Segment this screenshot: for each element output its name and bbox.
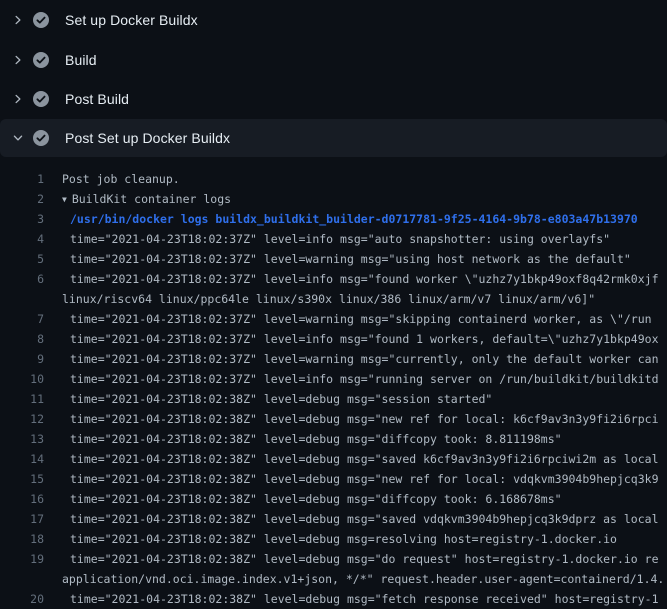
log-line: 7 time="2021-04-23T18:02:37Z" level=warni… (0, 309, 667, 329)
log-line: 9 time="2021-04-23T18:02:37Z" level=warni… (0, 349, 667, 369)
log-line: application/vnd.oci.image.index.v1+json,… (0, 569, 667, 589)
log-line-text: linux/riscv64 linux/ppc64le linux/s390x … (62, 289, 667, 309)
line-number[interactable]: 10 (0, 369, 44, 389)
line-number[interactable]: 20 (0, 589, 44, 609)
log-line: 8 time="2021-04-23T18:02:37Z" level=info … (0, 329, 667, 349)
chevron-right-icon[interactable] (10, 91, 26, 107)
check-circle-icon (33, 12, 49, 28)
chevron-down-icon[interactable]: ▼ (62, 190, 67, 209)
log-line-text: /usr/bin/docker logs buildx_buildkit_bui… (62, 209, 667, 229)
log-output: 1 Post job cleanup. 2 ▼ BuildKit container l… (0, 157, 667, 609)
line-number[interactable]: 18 (0, 529, 44, 549)
step-header-build[interactable]: Build (0, 40, 667, 80)
log-line-text: time="2021-04-23T18:02:37Z" level=info m… (62, 269, 667, 289)
line-number[interactable]: 11 (0, 389, 44, 409)
log-line: 12 time="2021-04-23T18:02:38Z" level=debu… (0, 409, 667, 429)
line-number[interactable]: 4 (0, 229, 44, 249)
log-line-text: ▼ BuildKit container logs (62, 189, 667, 209)
log-line: 5 time="2021-04-23T18:02:37Z" level=warni… (0, 249, 667, 269)
line-number[interactable]: 16 (0, 489, 44, 509)
log-line: 2 ▼ BuildKit container logs (0, 189, 667, 209)
step-header-set-up-docker-buildx[interactable]: Set up Docker Buildx (0, 0, 667, 40)
log-line-text: time="2021-04-23T18:02:37Z" level=info m… (62, 369, 667, 389)
line-number[interactable]: 15 (0, 469, 44, 489)
log-line-text: time="2021-04-23T18:02:37Z" level=info m… (62, 329, 667, 349)
step-header-post-build[interactable]: Post Build (0, 79, 667, 119)
log-line: 1 Post job cleanup. (0, 169, 667, 189)
line-number (0, 289, 44, 309)
step-label: Post Set up Docker Buildx (65, 130, 230, 146)
line-number[interactable]: 8 (0, 329, 44, 349)
log-group-title[interactable]: BuildKit container logs (72, 192, 231, 206)
check-circle-icon (33, 130, 49, 146)
log-line-text: time="2021-04-23T18:02:38Z" level=debug … (62, 549, 667, 569)
line-number[interactable]: 13 (0, 429, 44, 449)
log-line: linux/riscv64 linux/ppc64le linux/s390x … (0, 289, 667, 309)
log-line: 20 time="2021-04-23T18:02:38Z" level=debu… (0, 589, 667, 609)
log-line-text: time="2021-04-23T18:02:37Z" level=warnin… (62, 249, 667, 269)
log-line: 17 time="2021-04-23T18:02:38Z" level=debu… (0, 509, 667, 529)
line-number[interactable]: 7 (0, 309, 44, 329)
log-line-text: time="2021-04-23T18:02:38Z" level=debug … (62, 509, 667, 529)
line-number[interactable]: 3 (0, 209, 44, 229)
line-number[interactable]: 2 (0, 189, 44, 209)
log-line: 10 time="2021-04-23T18:02:37Z" level=info… (0, 369, 667, 389)
log-line: 6 time="2021-04-23T18:02:37Z" level=info … (0, 269, 667, 289)
log-line-text: time="2021-04-23T18:02:38Z" level=debug … (62, 409, 667, 429)
log-line-text: time="2021-04-23T18:02:37Z" level=warnin… (62, 349, 667, 369)
log-line: 15 time="2021-04-23T18:02:38Z" level=debu… (0, 469, 667, 489)
log-line: 3/usr/bin/docker logs buildx_buildkit_bu… (0, 209, 667, 229)
log-line-text: time="2021-04-23T18:02:38Z" level=debug … (62, 589, 667, 609)
job-log-viewer: Set up Docker Buildx Build Post Build Po… (0, 0, 667, 609)
log-line: 16 time="2021-04-23T18:02:38Z" level=debu… (0, 489, 667, 509)
line-number[interactable]: 14 (0, 449, 44, 469)
log-line: 11 time="2021-04-23T18:02:38Z" level=debu… (0, 389, 667, 409)
chevron-right-icon[interactable] (10, 12, 26, 28)
log-line-text: time="2021-04-23T18:02:38Z" level=debug … (62, 489, 667, 509)
line-number[interactable]: 12 (0, 409, 44, 429)
steps-list: Set up Docker Buildx Build Post Build Po… (0, 0, 667, 157)
log-line: 18 time="2021-04-23T18:02:38Z" level=debu… (0, 529, 667, 549)
log-line-text: time="2021-04-23T18:02:38Z" level=debug … (62, 389, 667, 409)
log-line: 14 time="2021-04-23T18:02:38Z" level=debu… (0, 449, 667, 469)
check-circle-icon (33, 91, 49, 107)
log-line-text: time="2021-04-23T18:02:38Z" level=debug … (62, 449, 667, 469)
line-number (0, 569, 44, 589)
log-line-text: time="2021-04-23T18:02:38Z" level=debug … (62, 469, 667, 489)
log-line-text: Post job cleanup. (62, 169, 667, 189)
line-number[interactable]: 9 (0, 349, 44, 369)
chevron-right-icon[interactable] (10, 52, 26, 68)
log-line-text: time="2021-04-23T18:02:37Z" level=info m… (62, 229, 667, 249)
line-number[interactable]: 19 (0, 549, 44, 569)
chevron-down-icon[interactable] (10, 130, 26, 146)
line-number[interactable]: 6 (0, 269, 44, 289)
line-number[interactable]: 1 (0, 169, 44, 189)
log-line: 19 time="2021-04-23T18:02:38Z" level=debu… (0, 549, 667, 569)
log-line-text: time="2021-04-23T18:02:38Z" level=debug … (62, 529, 667, 549)
step-label: Set up Docker Buildx (65, 12, 198, 28)
log-line-text: application/vnd.oci.image.index.v1+json,… (62, 569, 667, 589)
check-circle-icon (33, 52, 49, 68)
step-label: Post Build (65, 91, 129, 107)
step-label: Build (65, 52, 97, 68)
line-number[interactable]: 5 (0, 249, 44, 269)
log-line-text: time="2021-04-23T18:02:38Z" level=debug … (62, 429, 667, 449)
log-line-text: time="2021-04-23T18:02:37Z" level=warnin… (62, 309, 667, 329)
log-line: 4 time="2021-04-23T18:02:37Z" level=info … (0, 229, 667, 249)
step-header-post-set-up-docker-buildx[interactable]: Post Set up Docker Buildx (0, 119, 667, 157)
line-number[interactable]: 17 (0, 509, 44, 529)
log-line: 13 time="2021-04-23T18:02:38Z" level=debu… (0, 429, 667, 449)
